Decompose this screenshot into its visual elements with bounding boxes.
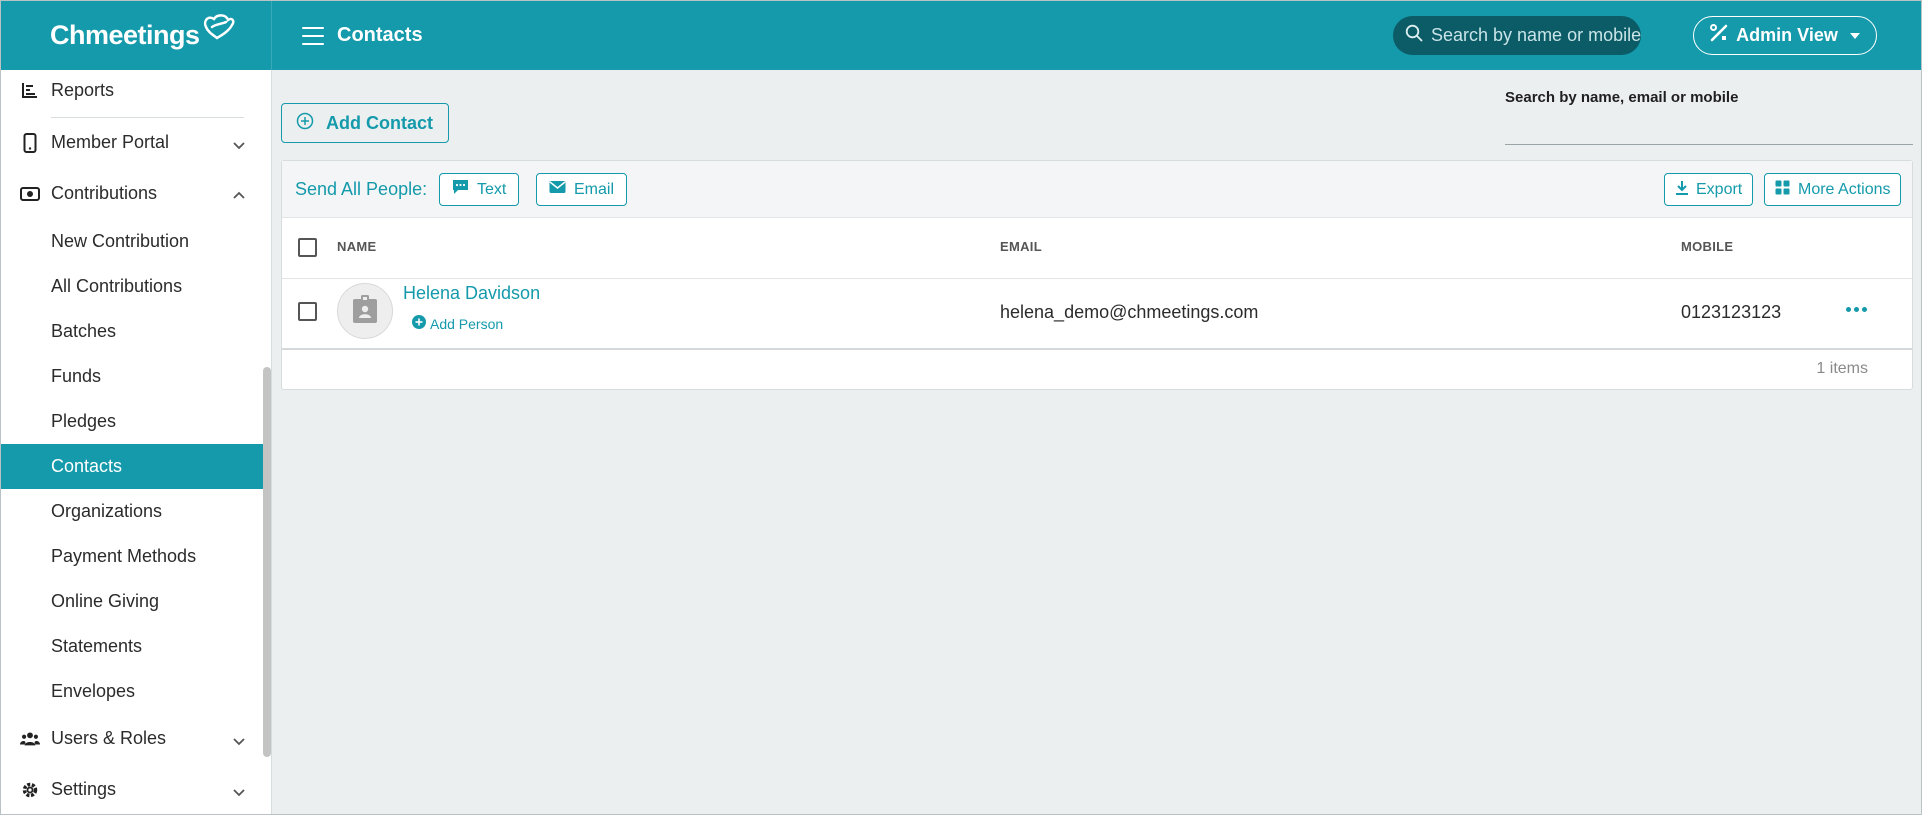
sidebar-item-member-portal[interactable]: Member Portal xyxy=(1,120,263,165)
more-actions-button[interactable]: More Actions xyxy=(1764,173,1902,206)
caret-down-icon xyxy=(1849,32,1860,39)
sidebar-item-label: Batches xyxy=(51,321,117,341)
plus-circle-icon xyxy=(412,315,426,332)
sidebar-item-contributions[interactable]: Contributions xyxy=(1,171,263,216)
filter-label: Search by name, email or mobile xyxy=(1505,89,1739,106)
text-all-button[interactable]: Text xyxy=(439,173,520,206)
sidebar-item-new-contribution[interactable]: New Contribution xyxy=(1,219,263,264)
chat-icon xyxy=(452,179,469,200)
export-label: Export xyxy=(1696,180,1743,198)
table-toolbar: Send All People: Text Email Export More … xyxy=(282,161,1912,218)
send-all-label: Send All People: xyxy=(295,179,428,199)
email-all-button[interactable]: Email xyxy=(536,173,628,206)
sidebar-item-label: Envelopes xyxy=(51,681,136,701)
page-title: Contacts xyxy=(337,24,423,46)
sidebar-divider xyxy=(51,117,244,118)
brand-logo[interactable]: Chmeetings xyxy=(1,1,272,70)
bar-chart-icon xyxy=(20,80,40,100)
global-search[interactable] xyxy=(1393,16,1641,55)
sidebar-item-label: Contributions xyxy=(51,183,158,203)
brand-name: Chmeetings xyxy=(50,20,200,50)
add-person-label: Add Person xyxy=(430,315,504,332)
sidebar-item-envelopes[interactable]: Envelopes xyxy=(1,669,263,714)
sidebar-item-label: Settings xyxy=(51,779,117,799)
sidebar-item-label: Contacts xyxy=(51,456,123,476)
select-all-checkbox[interactable] xyxy=(298,238,317,257)
search-icon xyxy=(1405,24,1423,47)
tools-icon xyxy=(1710,24,1728,47)
app-window: Chmeetings Contacts Admin View xyxy=(0,0,1922,815)
sidebar-item-reports[interactable]: Reports xyxy=(1,70,263,110)
email-button-label: Email xyxy=(574,180,615,198)
gear-icon xyxy=(20,780,40,800)
sidebar-item-online-giving[interactable]: Online Giving xyxy=(1,579,263,624)
plus-circle-icon xyxy=(296,112,314,135)
chevron-up-icon xyxy=(232,187,246,201)
sidebar-item-label: Statements xyxy=(51,636,143,656)
sidebar-item-organizations[interactable]: Organizations xyxy=(1,489,263,534)
sidebar-item-pledges[interactable]: Pledges xyxy=(1,399,263,444)
sidebar-scrollbar[interactable] xyxy=(263,367,271,757)
menu-icon[interactable] xyxy=(302,26,324,45)
chevron-down-icon xyxy=(232,732,246,746)
sidebar-item-payment-methods[interactable]: Payment Methods xyxy=(1,534,263,579)
sidebar-item-label: All Contributions xyxy=(51,276,183,296)
grid-icon xyxy=(1775,180,1790,200)
chevron-down-icon xyxy=(232,136,246,150)
items-count: 1 items xyxy=(1816,360,1868,377)
id-badge-icon xyxy=(352,294,378,329)
download-icon xyxy=(1675,180,1689,200)
sidebar-item-contacts[interactable]: Contacts xyxy=(1,444,263,489)
heart-logo-icon xyxy=(202,13,236,48)
sidebar-item-statements[interactable]: Statements xyxy=(1,624,263,669)
envelope-icon xyxy=(549,180,566,199)
export-button[interactable]: Export xyxy=(1664,173,1754,206)
sidebar-item-settings[interactable]: Settings xyxy=(1,767,263,812)
contacts-search-input[interactable] xyxy=(1505,113,1913,145)
add-contact-label: Add Contact xyxy=(326,112,433,133)
text-button-label: Text xyxy=(477,180,507,198)
users-icon xyxy=(20,729,40,749)
money-icon xyxy=(20,184,40,204)
sidebar-item-batches[interactable]: Batches xyxy=(1,309,263,354)
mobile-icon xyxy=(20,132,40,153)
chevron-down-icon xyxy=(232,783,246,797)
row-checkbox[interactable] xyxy=(298,302,317,321)
sidebar-item-label: Organizations xyxy=(51,501,163,521)
sidebar-item-label: Reports xyxy=(51,79,115,100)
add-person-link[interactable]: Add Person xyxy=(412,315,503,332)
sidebar-item-all-contributions[interactable]: All Contributions xyxy=(1,264,263,309)
global-search-input[interactable] xyxy=(1431,25,1641,46)
row-divider xyxy=(282,348,1912,350)
top-bar: Chmeetings Contacts Admin View xyxy=(1,1,1921,70)
sidebar-item-label: New Contribution xyxy=(51,231,190,251)
contact-email: helena_demo@chmeetings.com xyxy=(1000,302,1259,322)
add-contact-button[interactable]: Add Contact xyxy=(281,103,449,143)
sidebar-item-label: Funds xyxy=(51,366,102,386)
sidebar-item-label: Online Giving xyxy=(51,591,160,611)
admin-view-button[interactable]: Admin View xyxy=(1693,16,1877,55)
sidebar-item-label: Payment Methods xyxy=(51,546,197,566)
sidebar-item-label: Pledges xyxy=(51,411,117,431)
sidebar-item-label: Users & Roles xyxy=(51,728,167,748)
admin-view-label: Admin View xyxy=(1736,25,1838,45)
column-header-email[interactable]: EMAIL xyxy=(1000,239,1042,254)
row-divider xyxy=(282,278,1912,279)
contacts-table-card: Send All People: Text Email Export More … xyxy=(281,160,1913,390)
avatar[interactable] xyxy=(337,283,393,339)
contact-name-link[interactable]: Helena Davidson xyxy=(403,283,540,304)
contact-mobile: 0123123123 xyxy=(1681,302,1782,322)
sidebar-item-label: Member Portal xyxy=(51,132,170,152)
row-more-icon[interactable] xyxy=(1846,307,1867,312)
sidebar-item-funds[interactable]: Funds xyxy=(1,354,263,399)
sidebar: Reports Member Portal Contributions New … xyxy=(1,70,272,814)
column-header-name[interactable]: NAME xyxy=(337,239,376,254)
column-header-mobile[interactable]: MOBILE xyxy=(1681,239,1733,254)
sidebar-item-users-roles[interactable]: Users & Roles xyxy=(1,716,263,761)
more-actions-label: More Actions xyxy=(1798,180,1891,198)
